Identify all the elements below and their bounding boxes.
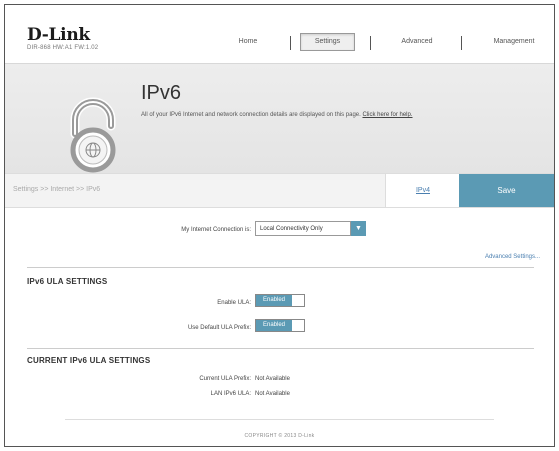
copyright: COPYRIGHT © 2013 D-Link xyxy=(244,433,315,439)
toggle-state: Enabled xyxy=(256,295,292,306)
nav-settings[interactable]: Settings xyxy=(300,33,355,51)
divider xyxy=(27,348,534,349)
divider xyxy=(27,267,534,268)
default-prefix-toggle[interactable]: Enabled xyxy=(255,319,305,332)
toggle-state: Enabled xyxy=(256,320,292,331)
nav-management[interactable]: Management xyxy=(480,33,548,51)
description-text: All of your IPv6 Internet and network co… xyxy=(141,112,361,118)
router-admin-page: D-Link DIR-868 HW:A1 FW:1.02 Home Settin… xyxy=(4,4,555,447)
connection-label: My Internet Connection is: xyxy=(181,227,251,233)
model-info: DIR-868 HW:A1 FW:1.02 xyxy=(27,45,99,51)
lan-ula-value: Not Available xyxy=(255,391,290,397)
help-link[interactable]: Click here for help. xyxy=(362,112,412,118)
nav-separator xyxy=(461,36,462,50)
top-header: D-Link DIR-868 HW:A1 FW:1.02 Home Settin… xyxy=(5,5,554,63)
lan-ula-label: LAN IPv6 ULA: xyxy=(210,391,251,397)
advanced-settings-link[interactable]: Advanced Settings... xyxy=(485,254,540,260)
current-prefix-label: Current ULA Prefix: xyxy=(199,376,251,382)
ipv4-link[interactable]: IPv4 xyxy=(385,174,460,207)
save-button[interactable]: Save xyxy=(459,174,554,207)
page-title: IPv6 xyxy=(141,82,182,104)
nav-advanced[interactable]: Advanced xyxy=(391,33,443,51)
nav-separator xyxy=(370,36,371,50)
section-title-ula-settings: IPv6 ULA SETTINGS xyxy=(27,277,108,286)
chevron-down-icon[interactable]: ▼ xyxy=(351,221,366,236)
page-banner: IPv6 All of your IPv6 Internet and netwo… xyxy=(5,63,554,174)
lock-globe-icon xyxy=(70,97,116,173)
section-title-current-ula: CURRENT IPv6 ULA SETTINGS xyxy=(27,356,151,365)
connection-type-select[interactable]: Local Connectivity Only xyxy=(255,221,351,236)
enable-ula-toggle[interactable]: Enabled xyxy=(255,294,305,307)
current-prefix-value: Not Available xyxy=(255,376,290,382)
footer-divider xyxy=(65,419,494,420)
enable-ula-label: Enable ULA: xyxy=(217,300,251,306)
nav-separator xyxy=(290,36,291,50)
page-description: All of your IPv6 Internet and network co… xyxy=(141,112,413,118)
default-prefix-label: Use Default ULA Prefix: xyxy=(187,325,251,331)
nav-home[interactable]: Home xyxy=(227,33,269,51)
dlink-logo: D-Link xyxy=(27,25,90,45)
breadcrumb: Settings >> Internet >> IPv6 xyxy=(13,186,101,193)
toolbar: Settings >> Internet >> IPv6 IPv4 Save xyxy=(5,173,554,208)
